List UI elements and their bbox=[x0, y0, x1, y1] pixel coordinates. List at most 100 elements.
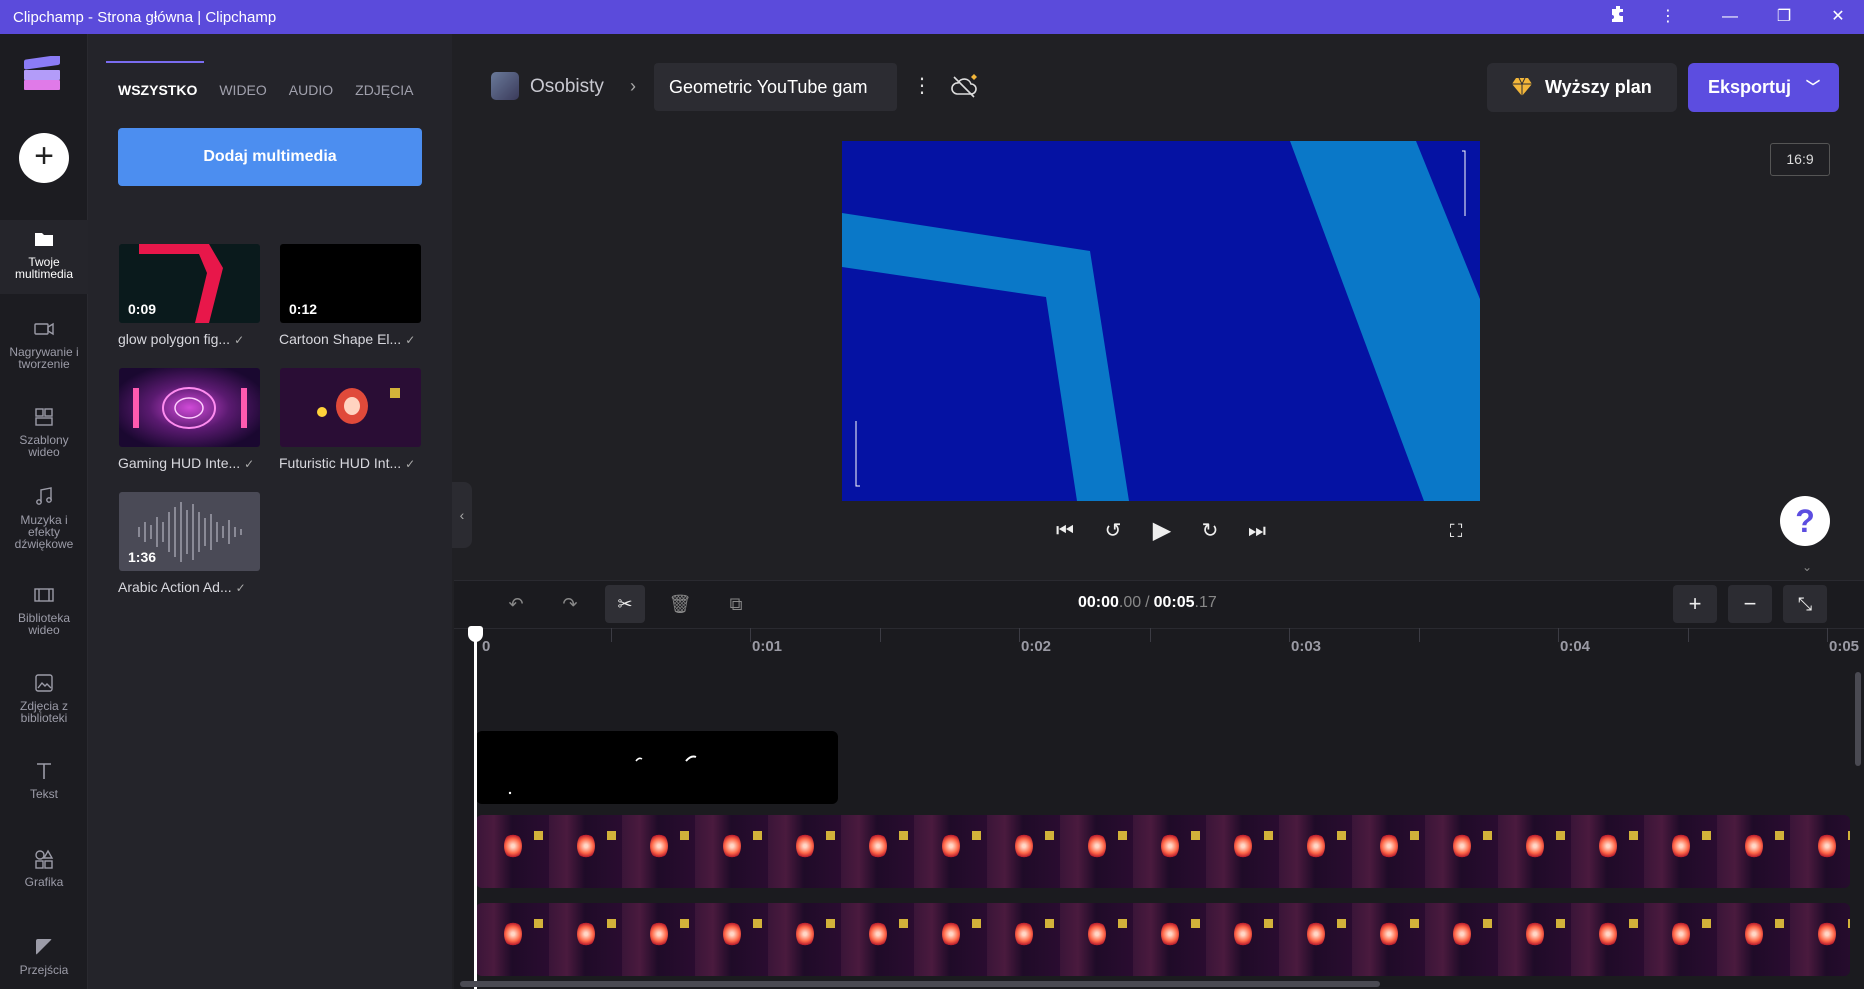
media-thumb-arabic-action[interactable]: 1:36 bbox=[119, 492, 260, 571]
filmstrip-frame bbox=[796, 921, 814, 947]
nav-stock-images[interactable]: Zdjęcia z biblioteki bbox=[0, 664, 88, 734]
nav-your-media[interactable]: Twoje multimedia bbox=[0, 220, 88, 294]
media-tabs: WSZYSTKO WIDEO AUDIO ZDJĘCIA bbox=[105, 61, 435, 108]
added-check-icon: ✓ bbox=[235, 581, 246, 595]
media-thumb-cartoon-shape[interactable]: 0:12 bbox=[280, 244, 421, 323]
filmstrip-frame-detail bbox=[1264, 831, 1273, 840]
chevron-right-icon: › bbox=[630, 76, 636, 96]
nav-text[interactable]: Tekst bbox=[0, 752, 88, 822]
chevron-down-icon: ﹀ bbox=[1806, 79, 1820, 95]
filmstrip-frame bbox=[1161, 833, 1179, 859]
filmstrip-frame bbox=[1745, 833, 1763, 859]
filmstrip-frame bbox=[1745, 921, 1763, 947]
undo-icon[interactable]: ↶ bbox=[496, 585, 536, 623]
nav-transitions[interactable]: Przejścia bbox=[0, 928, 88, 988]
filmstrip-frame bbox=[1526, 921, 1544, 947]
skip-forward-icon[interactable]: ⏭ bbox=[1242, 516, 1272, 546]
cloud-off-icon[interactable] bbox=[950, 74, 980, 98]
futuristic-hud-preview bbox=[317, 388, 400, 424]
filmstrip-frame bbox=[504, 921, 522, 947]
project-menu-icon[interactable]: ⋮ bbox=[912, 73, 932, 98]
filmstrip-frame bbox=[1234, 833, 1252, 859]
zoom-in-button[interactable]: + bbox=[1673, 585, 1717, 623]
restore-button[interactable]: ❐ bbox=[1764, 5, 1804, 29]
nav-graphics[interactable]: Grafika bbox=[0, 840, 88, 910]
minimize-button[interactable]: — bbox=[1710, 5, 1750, 29]
added-check-icon: ✓ bbox=[405, 333, 416, 347]
fit-timeline-button[interactable]: ⤡ bbox=[1783, 585, 1827, 623]
upgrade-plan-button[interactable]: Wyższy plan bbox=[1487, 63, 1677, 112]
filmstrip-frame-detail bbox=[1702, 831, 1711, 840]
tab-video[interactable]: WIDEO bbox=[219, 78, 266, 108]
split-scissors-icon[interactable]: ✂ bbox=[605, 585, 645, 623]
collapse-panel-button[interactable]: ‹ bbox=[452, 482, 472, 548]
filmstrip-frame-detail bbox=[1191, 919, 1200, 928]
tab-all[interactable]: WSZYSTKO bbox=[105, 61, 205, 108]
timeline-vertical-scrollbar[interactable] bbox=[1855, 672, 1861, 766]
filmstrip-frame-detail bbox=[1118, 831, 1127, 840]
fullscreen-icon[interactable]: ⛶ bbox=[1441, 516, 1471, 546]
skip-back-icon[interactable]: ⏮ bbox=[1050, 516, 1080, 546]
extensions-icon[interactable] bbox=[1598, 5, 1638, 29]
tab-audio[interactable]: AUDIO bbox=[289, 78, 333, 108]
nav-record-create[interactable]: Nagrywanie i tworzenie bbox=[0, 310, 88, 380]
nav-music-sfx[interactable]: Muzyka i efekty dźwiękowe bbox=[0, 478, 88, 566]
timeline-clip-futuristic-hud[interactable] bbox=[476, 903, 1850, 976]
timeline-clip-cartoon-shape[interactable] bbox=[476, 731, 838, 804]
filmstrip-frame-detail bbox=[534, 919, 543, 928]
aspect-ratio-button[interactable]: 16:9 bbox=[1770, 143, 1830, 176]
filmstrip-frame-detail bbox=[1045, 831, 1054, 840]
nav-video-templates[interactable]: Szablony wideo bbox=[0, 398, 88, 468]
film-icon bbox=[34, 588, 54, 602]
project-name-field[interactable]: Geometric YouTube gam bbox=[654, 63, 897, 111]
playhead-handle[interactable] bbox=[468, 626, 483, 642]
help-button[interactable]: ? bbox=[1780, 496, 1830, 546]
playhead[interactable] bbox=[474, 628, 477, 989]
close-button[interactable]: ✕ bbox=[1818, 5, 1858, 29]
ruler-tick bbox=[1827, 628, 1828, 642]
play-icon[interactable]: ▶ bbox=[1147, 516, 1177, 546]
filmstrip-frame bbox=[1088, 921, 1106, 947]
nav-video-library[interactable]: Biblioteka wideo bbox=[0, 576, 88, 646]
redo-icon[interactable]: ↷ bbox=[550, 585, 590, 623]
forward-5-icon[interactable]: ↻ bbox=[1195, 516, 1225, 546]
filmstrip-frame bbox=[869, 833, 887, 859]
media-duration: 1:36 bbox=[128, 549, 157, 565]
timeline-clip-futuristic-hud[interactable] bbox=[476, 815, 1850, 888]
tab-images[interactable]: ZDJĘCIA bbox=[355, 78, 413, 108]
duplicate-icon[interactable]: ⧉ bbox=[716, 585, 756, 623]
media-thumb-gaming-hud[interactable] bbox=[119, 368, 260, 447]
filmstrip-frame bbox=[942, 921, 960, 947]
filmstrip-frame bbox=[650, 833, 668, 859]
filmstrip-frame-detail bbox=[1191, 831, 1200, 840]
title-bar: Clipchamp - Strona główna | Clipchamp ⋮ … bbox=[0, 0, 1864, 34]
ruler-tick bbox=[1688, 628, 1689, 642]
filmstrip-frame-detail bbox=[1118, 919, 1127, 928]
more-options-icon[interactable]: ⋮ bbox=[1648, 5, 1688, 29]
export-button[interactable]: Eksportuj ﹀ bbox=[1688, 63, 1839, 112]
add-media-button[interactable]: Dodaj multimedia bbox=[118, 128, 422, 186]
chevron-down-icon[interactable]: ⌄ bbox=[1795, 560, 1819, 576]
filmstrip-frame bbox=[577, 921, 595, 947]
media-thumb-glow-polygon[interactable]: 0:09 bbox=[119, 244, 260, 323]
timeline-ruler[interactable] bbox=[454, 628, 1864, 658]
create-new-button[interactable]: + bbox=[19, 133, 69, 183]
folder-icon bbox=[35, 233, 53, 246]
delete-icon[interactable]: 🗑 bbox=[660, 585, 700, 623]
filmstrip-frame-detail bbox=[1775, 831, 1784, 840]
zoom-out-button[interactable]: − bbox=[1728, 585, 1772, 623]
media-thumb-futuristic-hud[interactable] bbox=[280, 368, 421, 447]
filmstrip-frame-detail bbox=[1556, 919, 1565, 928]
workspace-avatar[interactable] bbox=[491, 72, 519, 100]
filmstrip-frame-detail bbox=[534, 831, 543, 840]
video-preview[interactable] bbox=[842, 141, 1480, 501]
filmstrip-frame bbox=[1526, 833, 1544, 859]
filmstrip-frame bbox=[723, 833, 741, 859]
filmstrip-frame bbox=[1234, 921, 1252, 947]
rewind-5-icon[interactable]: ↺ bbox=[1098, 516, 1128, 546]
music-note-icon bbox=[36, 487, 52, 505]
filmstrip-frame bbox=[1818, 921, 1836, 947]
timeline-horizontal-scrollbar[interactable] bbox=[460, 981, 1380, 987]
workspace-name[interactable]: Osobisty bbox=[530, 76, 604, 98]
filmstrip-frame bbox=[1453, 833, 1471, 859]
